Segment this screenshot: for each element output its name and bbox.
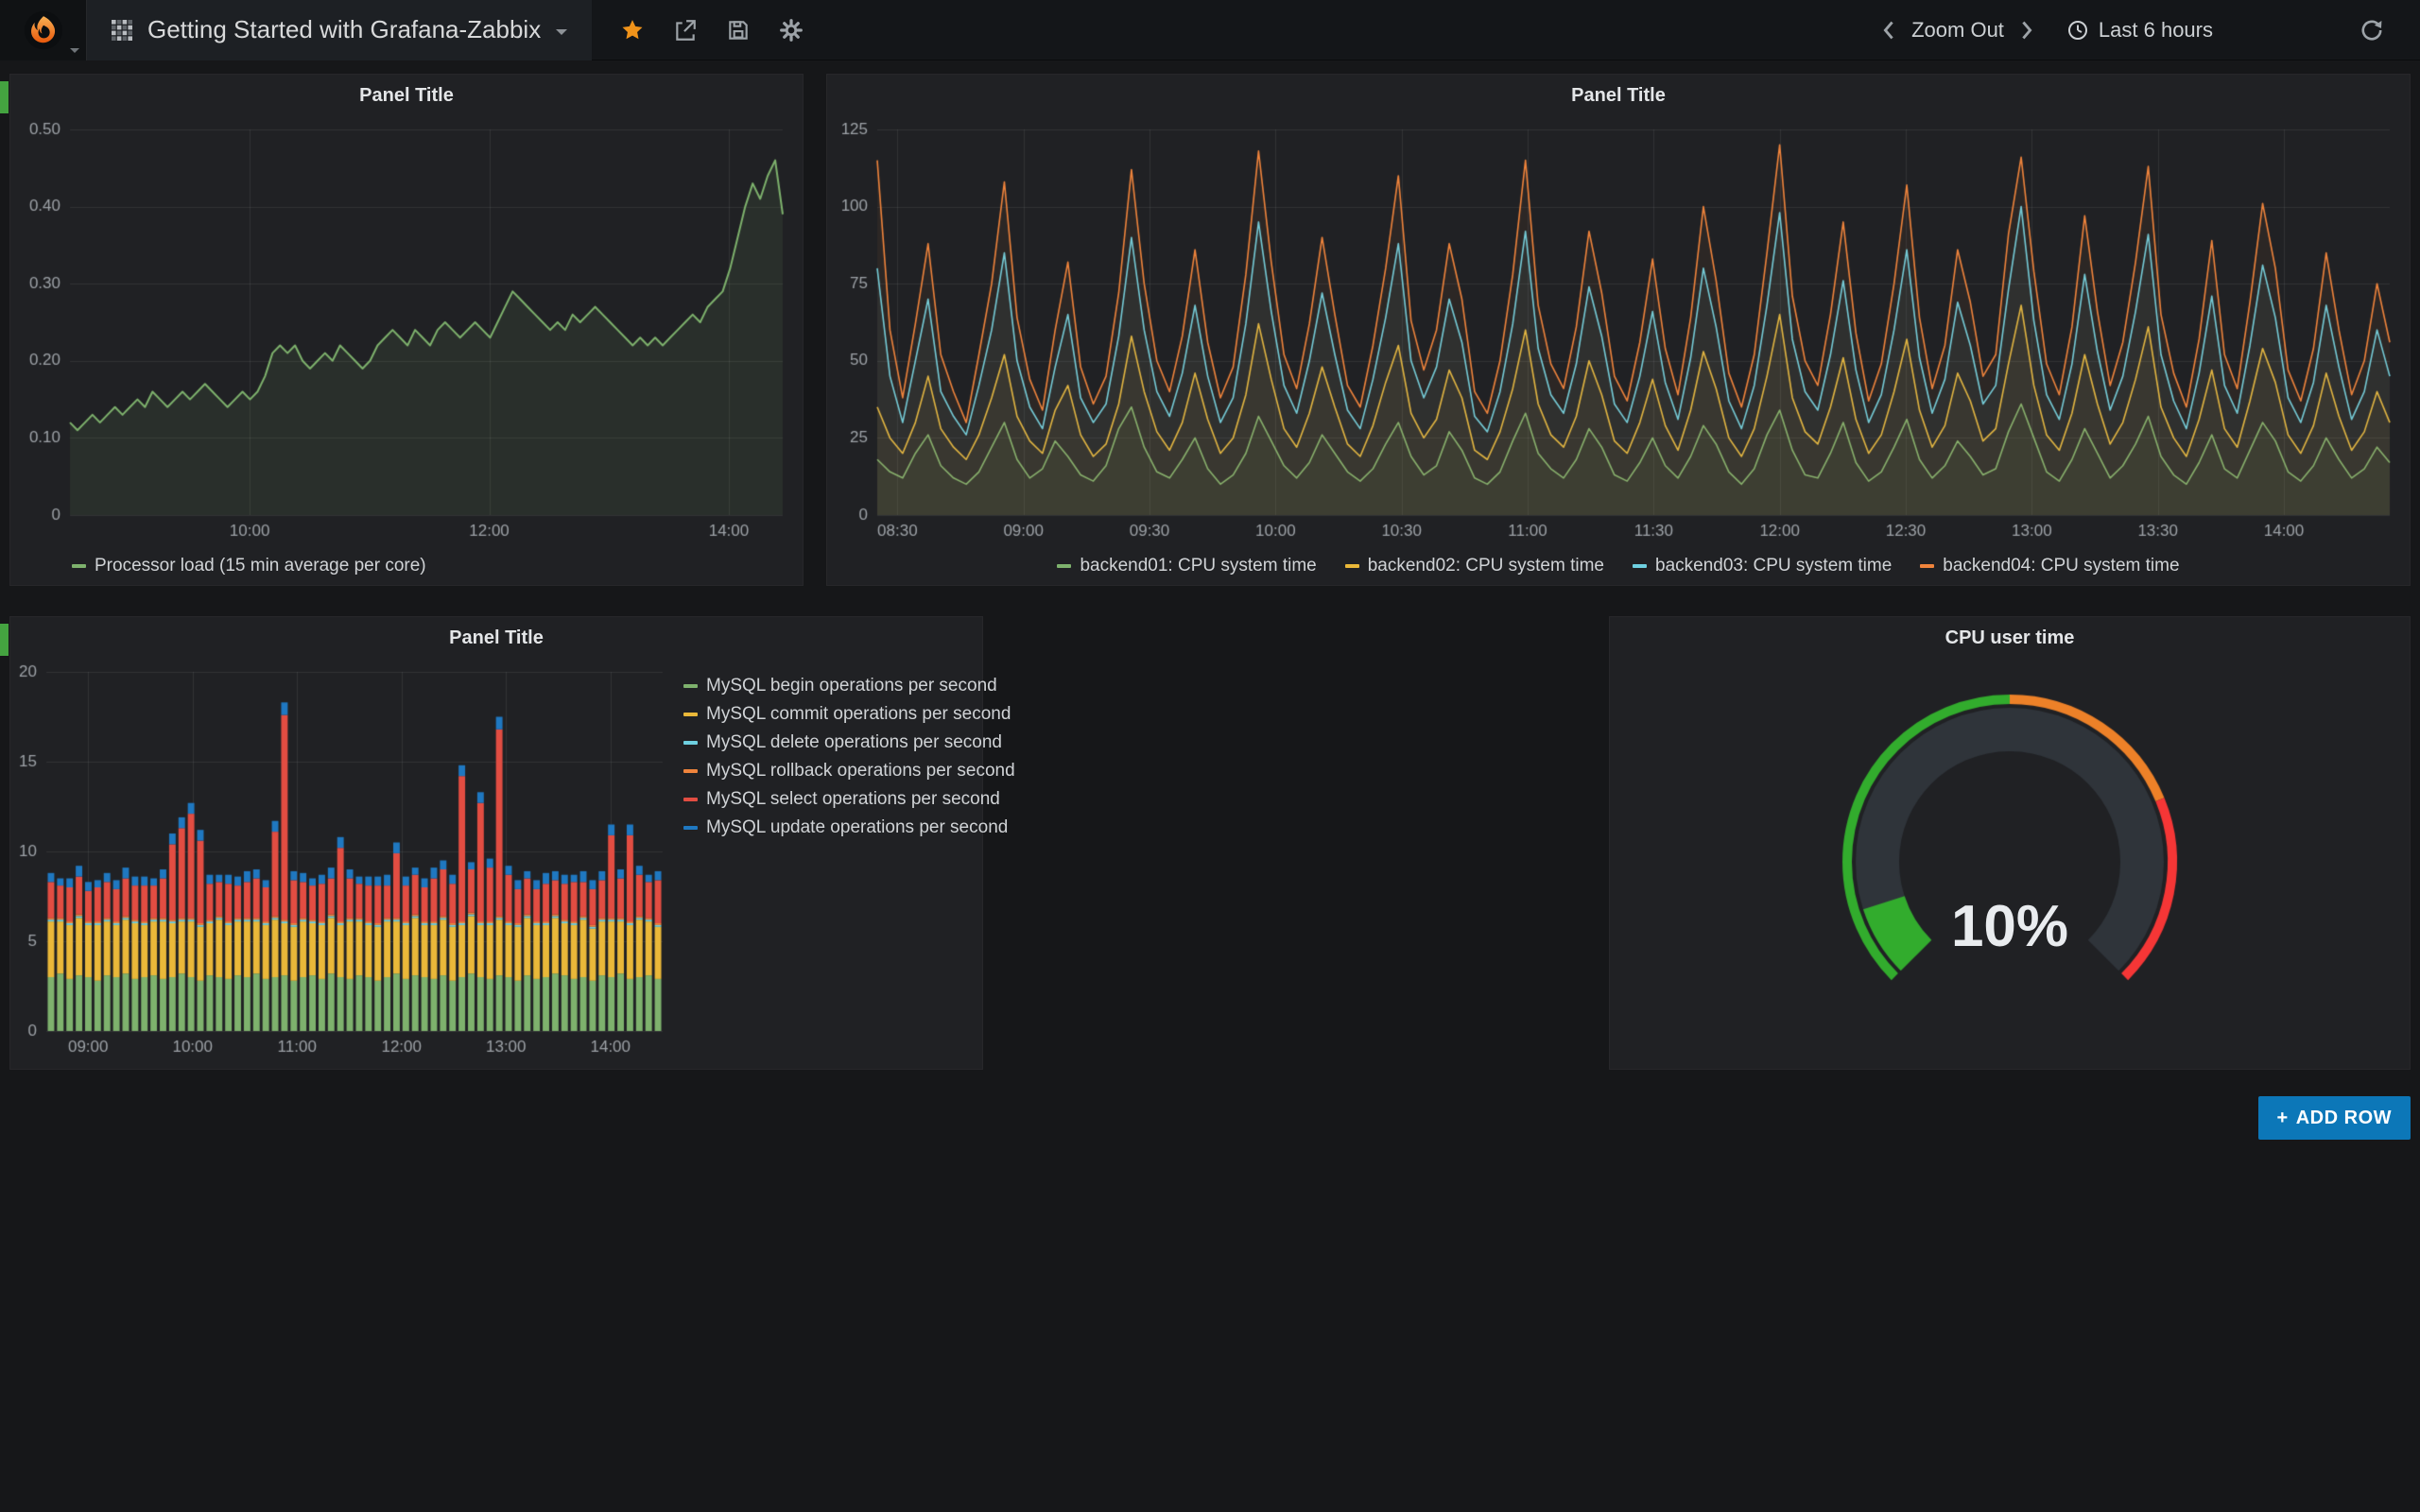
plus-icon: + [2277,1108,2289,1129]
share-button[interactable] [673,18,698,43]
panel-mysql-operations: Panel Title MySQL begin operations per s… [9,616,983,1070]
legend-item[interactable]: backend01: CPU system time [1057,556,1316,576]
add-row-label: ADD ROW [2296,1108,2392,1129]
legend-series-label: backend01: CPU system time [1080,556,1316,576]
zoom-out-button[interactable]: Zoom Out [1911,18,2004,43]
legend-series-marker [72,564,86,568]
processor-load-graph[interactable] [17,116,796,547]
add-row-button[interactable]: + ADD ROW [2258,1096,2411,1140]
chevron-right-icon [2019,19,2034,42]
panel-title[interactable]: Panel Title [10,617,982,659]
legend-series-marker [683,769,698,773]
refresh-button[interactable] [2360,18,2384,43]
grafana-flame-icon [24,10,63,50]
legend-series-marker [683,798,698,801]
panel-backend-cpu: Panel Title backend01: CPU system timeba… [826,74,2411,586]
chevron-down-icon [70,48,79,53]
mysql-operations-graph[interactable] [14,659,672,1063]
settings-button[interactable] [779,18,804,43]
legend-series-marker [1057,564,1071,568]
panel-title[interactable]: CPU user time [1610,617,2410,659]
refresh-icon [2360,18,2384,43]
panel-processor-load: Panel Title Processor load (15 min avera… [9,74,804,586]
legend-item[interactable]: MySQL begin operations per second [683,676,997,696]
legend-series-label: MySQL update operations per second [706,817,1008,838]
legend-item[interactable]: MySQL select operations per second [683,789,1000,810]
chevron-down-icon [556,29,567,35]
cpu-user-time-gauge [1613,659,2407,1056]
legend-series-label: MySQL commit operations per second [706,704,1011,725]
dashboard-actions [592,18,832,43]
dashboard-title: Getting Started with Grafana-Zabbix [147,15,541,44]
clock-icon [2066,19,2089,42]
legend-series-marker [683,741,698,745]
legend: MySQL begin operations per second MySQL c… [683,659,1015,842]
dashboard-picker[interactable]: Getting Started with Grafana-Zabbix [87,0,592,60]
backend-cpu-graph[interactable] [834,116,2403,547]
legend: Processor load (15 min average per core) [10,547,803,585]
row-toggle[interactable] [0,624,9,656]
legend-series-label: MySQL select operations per second [706,789,1000,810]
time-back-button[interactable] [1881,19,1896,42]
share-icon [673,18,698,43]
legend-item[interactable]: backend02: CPU system time [1345,556,1604,576]
star-button[interactable] [620,18,645,43]
legend-series-label: backend04: CPU system time [1943,556,2179,576]
legend-series-marker [683,826,698,830]
legend-series-label: Processor load (15 min average per core) [95,556,426,576]
panel-title[interactable]: Panel Title [827,75,2410,116]
time-picker[interactable]: Last 6 hours [2066,18,2213,43]
legend-series-marker [683,684,698,688]
time-forward-button[interactable] [2019,19,2034,42]
star-icon [620,18,645,43]
legend-item[interactable]: MySQL update operations per second [683,817,1008,838]
legend-item[interactable]: backend03: CPU system time [1633,556,1892,576]
legend-item[interactable]: MySQL rollback operations per second [683,761,1015,782]
navbar: Getting Started with Grafana-Zabbix [0,0,2420,60]
panel-cpu-user-time: CPU user time 10% [1609,616,2411,1070]
save-button[interactable] [726,18,751,43]
legend-series-marker [683,713,698,716]
gauge-value: 10% [1610,893,2410,960]
legend-item[interactable]: backend04: CPU system time [1920,556,2179,576]
dashboard-grid-icon [112,20,132,41]
legend-series-marker [1633,564,1647,568]
legend: backend01: CPU system time backend02: CPU… [827,547,2410,585]
save-icon [726,18,751,43]
legend-series-label: MySQL rollback operations per second [706,761,1015,782]
legend-item[interactable]: Processor load (15 min average per core) [72,556,426,576]
legend-series-label: MySQL delete operations per second [706,732,1002,753]
grafana-logo[interactable] [0,0,87,60]
gear-icon [779,18,804,43]
navbar-right: Zoom Out Last 6 hours [1881,18,2420,43]
chevron-left-icon [1881,19,1896,42]
legend-item[interactable]: MySQL delete operations per second [683,732,1002,753]
legend-series-label: MySQL begin operations per second [706,676,997,696]
panel-title[interactable]: Panel Title [10,75,803,116]
time-range-label: Last 6 hours [2099,18,2213,43]
legend-item[interactable]: MySQL commit operations per second [683,704,1011,725]
row-toggle[interactable] [0,81,9,113]
legend-series-marker [1920,564,1934,568]
legend-series-marker [1345,564,1359,568]
legend-series-label: backend03: CPU system time [1655,556,1892,576]
legend-series-label: backend02: CPU system time [1368,556,1604,576]
